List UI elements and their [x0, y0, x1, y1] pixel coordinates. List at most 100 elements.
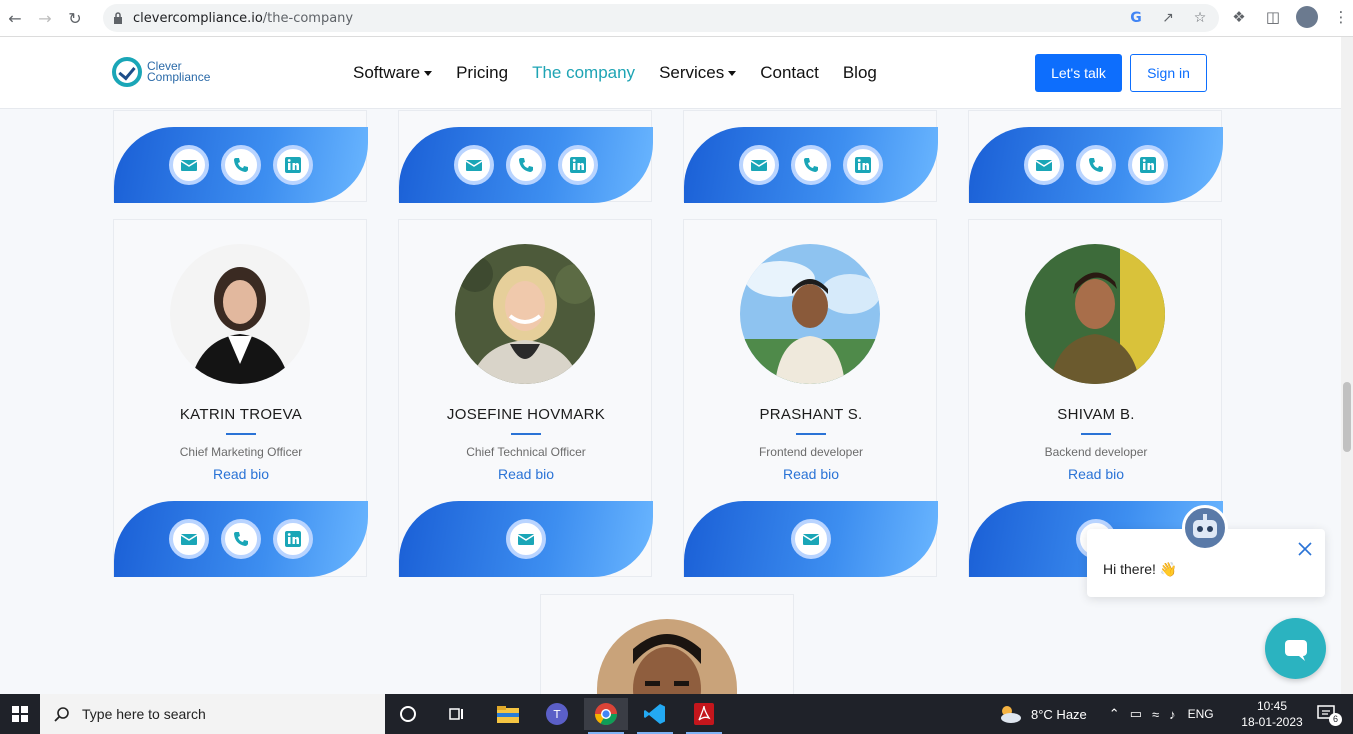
profile-avatar[interactable] [1296, 6, 1318, 28]
menu-kebab-icon[interactable]: ⋮ [1330, 6, 1352, 28]
close-icon[interactable] [1297, 541, 1313, 557]
notification-icon[interactable]: 6 [1316, 704, 1342, 726]
person-role: Frontend developer [758, 445, 864, 459]
team-card: PRASHANT S. Frontend developer Read bio [683, 219, 938, 577]
mail-icon[interactable] [791, 519, 831, 559]
mail-icon[interactable] [454, 145, 494, 185]
nav-the-company[interactable]: The company [532, 63, 635, 83]
contact-band [114, 127, 368, 203]
contact-band [399, 501, 653, 577]
back-icon[interactable]: ← [0, 3, 30, 33]
read-bio-link[interactable]: Read bio [114, 466, 368, 482]
team-card: JOSEFINE HOVMARK Chief Technical Officer… [398, 219, 653, 577]
team-card-partial [683, 110, 938, 203]
read-bio-link[interactable]: Read bio [969, 466, 1223, 482]
nav-blog[interactable]: Blog [843, 63, 877, 83]
mail-icon[interactable] [169, 145, 209, 185]
windows-taskbar: Type here to search T 8°C Haze ⌃ ▭ ≈ ♪ E… [0, 694, 1353, 734]
phone-icon[interactable] [221, 145, 261, 185]
person-name: KATRIN TROEVA [179, 406, 303, 423]
extensions-icon[interactable]: ❖ [1228, 6, 1250, 28]
lock-icon [114, 12, 122, 24]
chevron-up-icon[interactable]: ⌃ [1109, 706, 1120, 722]
phone-icon[interactable] [1076, 145, 1116, 185]
wifi-icon[interactable]: ≈ [1152, 707, 1159, 722]
clock-date: 18-01-2023 [1241, 715, 1303, 729]
chat-launcher-button[interactable] [1265, 618, 1326, 679]
clevercompliance-logo[interactable]: Clever Compliance [112, 57, 210, 87]
phone-icon[interactable] [791, 145, 831, 185]
mail-icon[interactable] [739, 145, 779, 185]
windows-start-icon[interactable] [0, 694, 40, 734]
team-card [540, 594, 794, 695]
nav-pricing[interactable]: Pricing [456, 63, 508, 83]
sign-in-button[interactable]: Sign in [1130, 54, 1207, 92]
phone-icon[interactable] [221, 519, 261, 559]
linkedin-icon[interactable] [273, 145, 313, 185]
avatar [740, 244, 880, 384]
nav-software[interactable]: Software [353, 63, 433, 83]
nav-services[interactable]: Services [659, 63, 737, 83]
person-role: Chief Technical Officer [466, 445, 586, 459]
linkedin-icon[interactable] [558, 145, 598, 185]
battery-icon[interactable]: ▭ [1130, 706, 1142, 722]
chrome-icon[interactable] [584, 698, 628, 734]
name-divider [226, 433, 256, 435]
clock[interactable]: 10:45 18-01-2023 [1240, 698, 1304, 730]
linkedin-icon[interactable] [273, 519, 313, 559]
person-role: Chief Marketing Officer [179, 445, 303, 459]
page-scrollbar[interactable] [1341, 37, 1353, 694]
contact-band [399, 127, 653, 203]
share-icon[interactable]: ↗ [1159, 9, 1177, 27]
cortana-icon[interactable] [386, 698, 430, 730]
lets-talk-button[interactable]: Let's talk [1035, 54, 1122, 92]
reload-icon[interactable]: ↻ [60, 3, 90, 33]
mail-icon[interactable] [1024, 145, 1064, 185]
search-icon [54, 707, 69, 722]
volume-icon[interactable]: ♪ [1169, 707, 1176, 722]
google-icon[interactable]: G [1127, 9, 1145, 27]
weather-text[interactable]: 8°C Haze [1031, 707, 1087, 722]
nav-contact[interactable]: Contact [760, 63, 819, 83]
phone-icon[interactable] [506, 145, 546, 185]
linkedin-icon[interactable] [843, 145, 883, 185]
side-panel-icon[interactable]: ◫ [1262, 6, 1284, 28]
read-bio-link[interactable]: Read bio [684, 466, 938, 482]
linkedin-icon[interactable] [1128, 145, 1168, 185]
caret-down-icon [424, 70, 433, 76]
team-card-partial [113, 110, 368, 203]
team-card-partial [968, 110, 1223, 203]
svg-text:T: T [553, 708, 561, 721]
check-logo-icon [112, 57, 142, 87]
mail-icon[interactable] [506, 519, 546, 559]
mail-icon[interactable] [169, 519, 209, 559]
logo-line-2: Compliance [147, 70, 211, 84]
file-explorer-icon[interactable] [486, 698, 530, 730]
person-name: SHIVAM B. [1057, 406, 1135, 423]
taskbar-search[interactable]: Type here to search [40, 694, 385, 734]
scroll-thumb[interactable] [1343, 382, 1351, 452]
language-indicator[interactable]: ENG [1188, 707, 1214, 721]
forward-icon[interactable]: → [30, 3, 60, 33]
task-view-icon[interactable] [434, 698, 478, 730]
team-card: KATRIN TROEVA Chief Marketing Officer Re… [113, 219, 368, 577]
clock-time: 10:45 [1256, 699, 1288, 713]
avatar [455, 244, 595, 384]
avatar [170, 244, 310, 384]
main-nav: Software Pricing The company Services Co… [353, 63, 901, 83]
name-divider [1081, 433, 1111, 435]
person-role: Backend developer [1044, 445, 1148, 459]
bookmark-star-icon[interactable]: ☆ [1191, 9, 1209, 27]
name-divider [511, 433, 541, 435]
address-bar[interactable]: clevercompliance.io/the-company G ↗ ☆ [103, 4, 1219, 32]
avatar [597, 619, 737, 695]
vscode-icon[interactable] [633, 698, 677, 734]
teams-icon[interactable]: T [535, 698, 579, 730]
site-header: Clever Compliance Software Pricing The c… [0, 37, 1341, 109]
contact-band [969, 127, 1223, 203]
acrobat-icon[interactable] [682, 698, 726, 734]
weather-icon[interactable] [997, 704, 1023, 724]
contact-band [684, 501, 938, 577]
read-bio-link[interactable]: Read bio [399, 466, 653, 482]
chat-greeting: Hi there! 👋 [1103, 561, 1178, 577]
